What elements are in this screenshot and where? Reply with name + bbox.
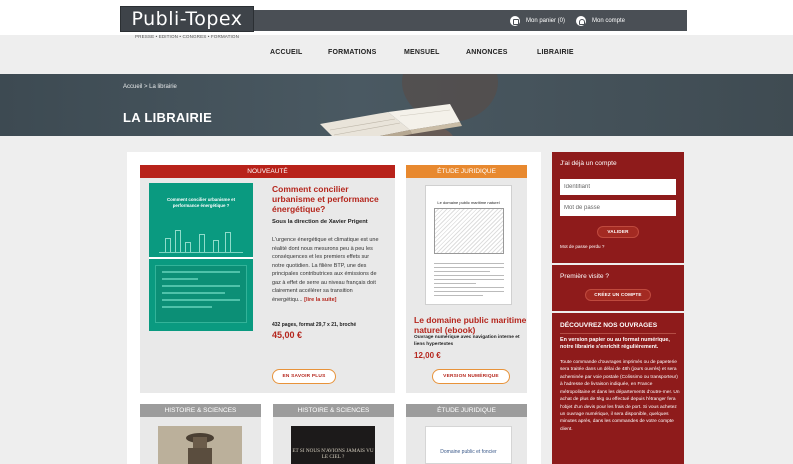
- nav-item-formations[interactable]: FORMATIONS: [328, 49, 377, 56]
- discover-lead: En version papier ou au format numérique…: [560, 337, 670, 351]
- logo-tagline: PRESSE • EDITION • CONGRES • FORMATION: [135, 34, 239, 39]
- cover-text: Domaine public et foncier: [440, 449, 497, 455]
- featured-book-description: L'urgence énergétique et climatique est …: [272, 237, 379, 303]
- nav-item-librairie[interactable]: LIBRAIRIE: [537, 49, 574, 56]
- page-title: LA LIBRAIRIE: [123, 110, 213, 125]
- login-submit-button[interactable]: VALIDER: [597, 226, 639, 238]
- hero-banner: [0, 74, 793, 136]
- login-title: J'ai déjà un compte: [560, 160, 617, 167]
- cart-label: Mon panier (0): [526, 18, 566, 24]
- discover-title: DÉCOUVREZ NOS OUVRAGES: [560, 322, 658, 329]
- nav-item-mensuel[interactable]: MENSUEL: [404, 49, 440, 56]
- featured-book-format: 432 pages, format 29,7 x 21, broché: [272, 322, 357, 328]
- first-visit-box: [552, 265, 684, 311]
- featured-book-cover[interactable]: Comment concilier urbanisme et performan…: [149, 183, 253, 331]
- site-logo[interactable]: Publi-Topex: [120, 6, 254, 32]
- cart-link[interactable]: Mon panier (0): [510, 15, 565, 27]
- book-cover-sky[interactable]: ET SI NOUS N'AVIONS JAMAIS VU LE CIEL ?: [291, 426, 375, 464]
- password-input[interactable]: [560, 200, 676, 216]
- cover-title: Comment concilier urbanisme et performan…: [166, 197, 236, 208]
- hero-book-image: [320, 74, 498, 136]
- logo-text: Publi-Topex: [131, 8, 243, 30]
- cover-text: ET SI NOUS N'AVIONS JAMAIS VU LE CIEL ?: [292, 448, 374, 461]
- account-link[interactable]: Mon compte: [576, 15, 625, 27]
- nav-item-accueil[interactable]: ACCUEIL: [270, 49, 303, 56]
- breadcrumb[interactable]: Accueil > La librairie: [123, 84, 177, 90]
- category-badge: HISTOIRE & SCIENCES: [140, 404, 261, 417]
- bag-icon: [510, 16, 520, 26]
- featured-book-title[interactable]: Comment concilier urbanisme et performan…: [272, 184, 384, 214]
- category-badge: HISTOIRE & SCIENCES: [273, 404, 394, 417]
- identifier-input[interactable]: [560, 179, 676, 195]
- featured-book-author: Sous la direction de Xavier Prigent: [272, 219, 368, 225]
- cover-title: Le domaine public maritime naturel: [437, 200, 500, 205]
- user-icon: [576, 16, 586, 26]
- ebook-subtitle: Ouvrage numérique avec navigation intern…: [414, 335, 520, 347]
- divider: [560, 333, 676, 334]
- category-badge: ÉTUDE JURIDIQUE: [406, 404, 527, 417]
- category-badge: NOUVEAUTÉ: [140, 165, 395, 178]
- discover-body: Toute commande d'ouvrages imprimés ou de…: [560, 360, 680, 432]
- featured-book-price: 45,00 €: [272, 330, 303, 340]
- ebook-price: 12,00 €: [414, 351, 441, 360]
- nav-item-annonces[interactable]: ANNONCES: [466, 49, 508, 56]
- forgot-password-link[interactable]: Mot de passe perdu ?: [560, 244, 604, 249]
- cover-illustration: [434, 208, 504, 254]
- cover-page-preview: [155, 265, 247, 323]
- digital-version-button[interactable]: VERSION NUMÉRIQUE: [432, 369, 510, 384]
- book-cover-domaine[interactable]: Domaine public et foncier: [425, 426, 512, 464]
- create-account-button[interactable]: CRÉEZ UN COMPTE: [585, 289, 651, 301]
- ebook-title[interactable]: Le domaine public maritime naturel (eboo…: [414, 315, 530, 336]
- book-cover-history[interactable]: [158, 426, 242, 464]
- learn-more-button[interactable]: EN SAVOIR PLUS: [272, 369, 336, 384]
- read-more-link[interactable]: [lire la suite]: [304, 297, 336, 303]
- account-label: Mon compte: [592, 18, 626, 24]
- first-visit-title: Première visite ?: [560, 273, 610, 280]
- category-badge: ÉTUDE JURIDIQUE: [406, 165, 527, 178]
- cover-illustration: [159, 223, 243, 253]
- ebook-cover[interactable]: Le domaine public maritime naturel: [425, 185, 512, 305]
